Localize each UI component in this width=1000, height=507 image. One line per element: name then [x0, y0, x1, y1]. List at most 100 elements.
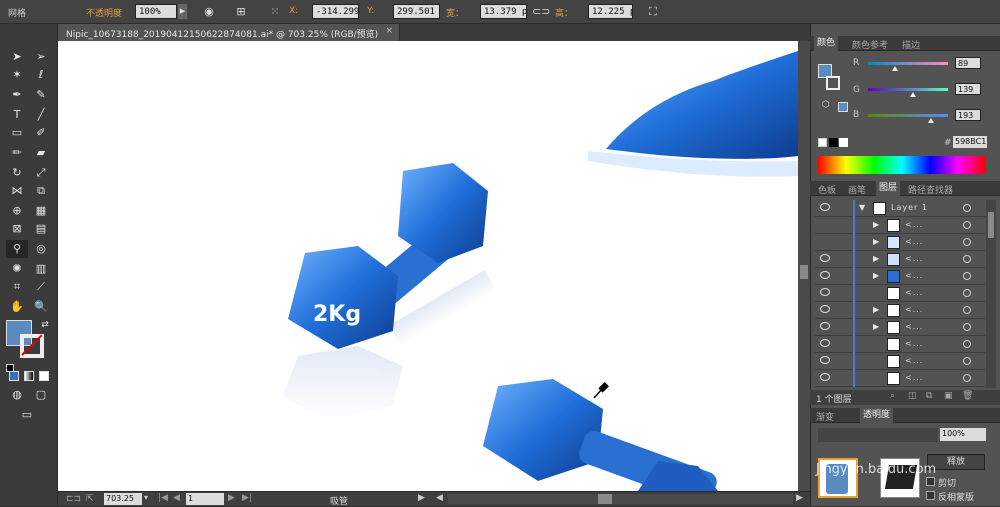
sublayer-target-icon[interactable]	[963, 306, 971, 314]
horizontal-scroll-thumb[interactable]	[598, 494, 612, 504]
invert-mask-checkbox[interactable]	[926, 491, 935, 500]
layer-name[interactable]: Layer 1	[891, 203, 928, 212]
sublayer-name[interactable]: <...	[905, 254, 923, 263]
gradient-tool-icon[interactable]: ▤	[30, 220, 52, 238]
sublayer-name[interactable]: <...	[905, 356, 923, 365]
sublayer-row[interactable]: ▶ <...	[815, 302, 985, 319]
delete-layer-icon[interactable]: 🗑	[962, 391, 973, 401]
sublayer-row[interactable]: <...	[815, 353, 985, 370]
export-icon[interactable]: ⇱	[86, 494, 94, 504]
horizontal-scrollbar[interactable]	[448, 494, 793, 504]
r-slider[interactable]	[868, 62, 948, 65]
artboard-tool-icon[interactable]: ⌗	[6, 278, 28, 296]
r-slider-knob[interactable]	[892, 66, 898, 71]
layer-row-main[interactable]: ▼ Layer 1	[815, 200, 985, 217]
layer-target-icon[interactable]	[963, 204, 971, 212]
visibility-eye-icon[interactable]	[820, 203, 830, 211]
web-safe-swatch[interactable]	[838, 102, 848, 112]
sublayer-row[interactable]: <...	[815, 370, 985, 387]
b-slider[interactable]	[868, 114, 948, 117]
locate-object-icon[interactable]: ⌕	[890, 391, 895, 401]
color-stroke-swatch[interactable]	[826, 76, 840, 90]
pen-tool-icon[interactable]: ✒	[6, 86, 28, 104]
magic-wand-tool-icon[interactable]: ✶	[6, 66, 28, 84]
sublayer-target-icon[interactable]	[963, 357, 971, 365]
opacity-percent-field[interactable]: 100%	[940, 428, 986, 441]
hex-value-field[interactable]: 598BC1	[953, 136, 987, 148]
artboard-navigate-icon[interactable]: ⊏⊐	[66, 494, 81, 504]
clipping-mask-icon[interactable]: ◫	[908, 391, 917, 401]
opacity-field[interactable]: 100%	[135, 4, 177, 19]
zoom-field[interactable]: 703.25	[104, 493, 142, 505]
last-artboard-icon[interactable]: ▶|	[242, 493, 252, 503]
layers-scroll-thumb[interactable]	[988, 212, 994, 238]
tab-swatches[interactable]: 色板	[818, 183, 836, 196]
sublayer-name[interactable]: <...	[905, 288, 923, 297]
recolor-icon[interactable]: ◉	[202, 5, 216, 19]
reference-point-icon[interactable]: ⁙	[268, 5, 282, 19]
zoom-dropdown-icon[interactable]: ▾	[144, 493, 148, 502]
g-slider[interactable]	[868, 88, 948, 91]
expand-layer-icon[interactable]: ▼	[859, 203, 865, 212]
free-transform-tool-icon[interactable]: ⧉	[30, 182, 52, 200]
zoom-tool-icon[interactable]: 🔍	[30, 298, 52, 316]
artboard-canvas[interactable]: 2Kg	[58, 41, 798, 491]
type-tool-icon[interactable]: T	[6, 106, 28, 124]
sublayer-name[interactable]: <...	[905, 220, 923, 229]
sublayer-row[interactable]: <...	[815, 336, 985, 353]
transform-icon[interactable]: ⛶	[646, 5, 660, 19]
x-field[interactable]: -314.299	[312, 4, 359, 19]
sublayer-name[interactable]: <...	[905, 339, 923, 348]
draw-behind-icon[interactable]: ▢	[30, 386, 52, 404]
sublayer-name[interactable]: <...	[905, 237, 923, 246]
hscroll-right-icon[interactable]: ▶	[796, 493, 803, 503]
tab-pathfinder[interactable]: 路径查找器	[908, 183, 953, 196]
sublayer-target-icon[interactable]	[963, 374, 971, 382]
perspective-grid-tool-icon[interactable]: ▦	[30, 202, 52, 220]
b-value-field[interactable]: 193	[955, 109, 981, 121]
column-graph-tool-icon[interactable]: ▥	[30, 260, 52, 278]
sublayer-target-icon[interactable]	[963, 238, 971, 246]
direct-selection-tool-icon[interactable]: ➢	[30, 48, 52, 66]
tab-transparency[interactable]: 透明度	[860, 408, 894, 423]
gradient-mode-icon[interactable]	[24, 371, 34, 381]
sublayer-name[interactable]: <...	[905, 271, 923, 280]
blend-mode-select[interactable]	[818, 428, 938, 442]
pencil-tool-icon[interactable]: ✏	[6, 144, 28, 162]
tab-gradient[interactable]: 渐变	[816, 410, 834, 423]
sublayer-row[interactable]: ▶ <...	[815, 319, 985, 336]
sublayer-row[interactable]: ▶ <...	[815, 234, 985, 251]
height-field[interactable]: 12.225 px	[588, 4, 633, 19]
sublayer-target-icon[interactable]	[963, 255, 971, 263]
symbol-sprayer-tool-icon[interactable]: ✺	[6, 260, 28, 278]
blend-tool-icon[interactable]: ◎	[30, 240, 52, 258]
clip-checkbox[interactable]	[926, 477, 935, 486]
vertical-scroll-thumb[interactable]	[800, 265, 808, 279]
status-menu-icon[interactable]: ▶	[418, 493, 425, 503]
width-field[interactable]: 13.379 px	[480, 4, 527, 19]
draw-normal-icon[interactable]: ◍	[6, 386, 28, 404]
selection-tool-icon[interactable]: ➤	[6, 48, 28, 66]
sublayer-row[interactable]: ▶ <...	[815, 251, 985, 268]
line-tool-icon[interactable]: ╱	[30, 106, 52, 124]
artboard-field[interactable]: 1	[186, 493, 224, 505]
sublayer-row[interactable]: <...	[815, 285, 985, 302]
sublayer-row[interactable]: ▶ <...	[815, 217, 985, 234]
none-swatch[interactable]	[818, 138, 827, 147]
width-tool-icon[interactable]: ⋈	[6, 182, 28, 200]
rotate-tool-icon[interactable]: ↻	[6, 164, 28, 182]
tab-layers[interactable]: 图层	[876, 181, 901, 196]
tab-color[interactable]: 颜色	[814, 36, 839, 51]
sublayer-target-icon[interactable]	[963, 340, 971, 348]
color-spectrum[interactable]	[818, 156, 986, 174]
sublayer-target-icon[interactable]	[963, 272, 971, 280]
shape-builder-tool-icon[interactable]: ⊕	[6, 202, 28, 220]
y-field[interactable]: 299.501 p	[393, 4, 440, 19]
sublayer-row[interactable]: ▶ <...	[815, 268, 985, 285]
screen-mode-icon[interactable]: ▭	[16, 406, 38, 424]
sublayer-target-icon[interactable]	[963, 289, 971, 297]
g-slider-knob[interactable]	[910, 92, 916, 97]
opacity-label[interactable]: 不透明度	[86, 6, 122, 19]
new-layer-icon[interactable]: ▣	[944, 391, 953, 401]
sublayer-name[interactable]: <...	[905, 322, 923, 331]
